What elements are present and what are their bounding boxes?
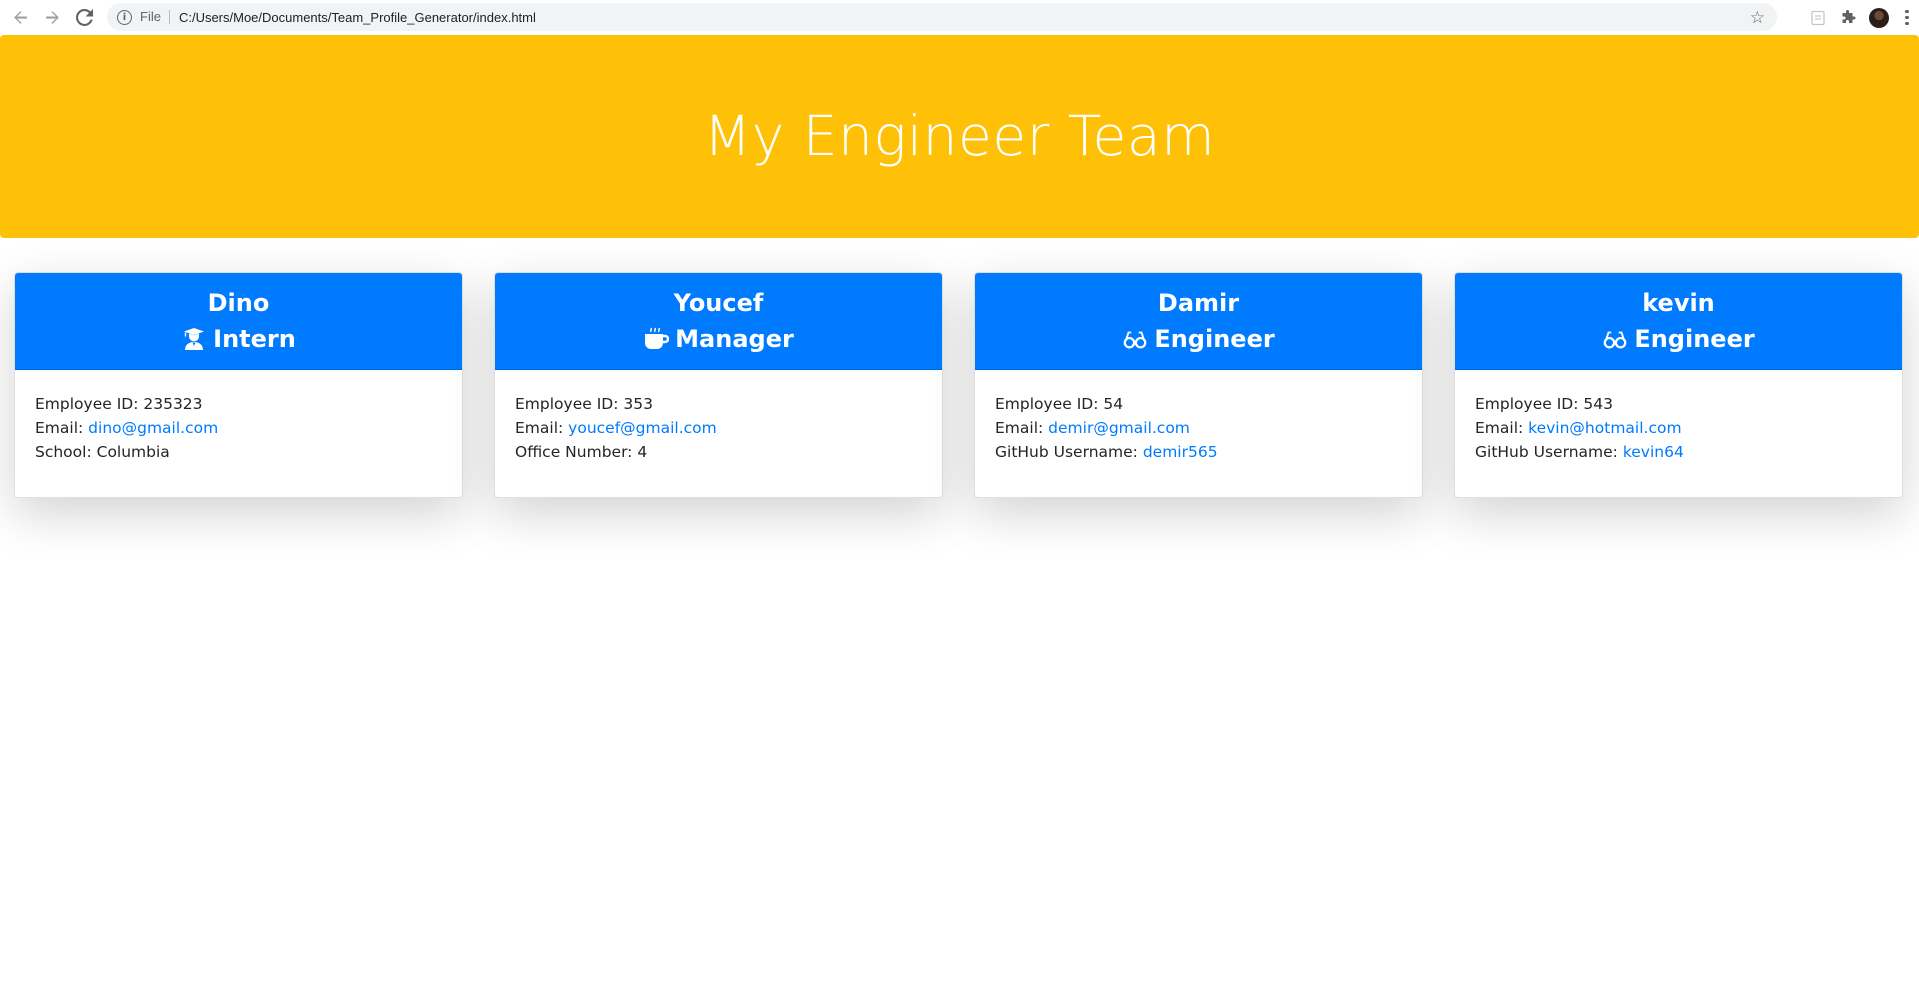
toolbar-actions: [1803, 0, 1919, 35]
office-number-value: 4: [637, 443, 648, 461]
page-title: My Engineer Team: [703, 103, 1216, 168]
github-label: GitHub Username:: [995, 443, 1138, 461]
mug-icon: [645, 327, 670, 349]
office-number-label: Office Number:: [515, 443, 633, 461]
role-label: Manager: [675, 325, 794, 353]
employee-card-engineer: kevin Engineer Employee ID: 543 Email: k…: [1454, 272, 1903, 498]
forward-button[interactable]: [36, 1, 68, 33]
file-label: File: [140, 10, 170, 24]
email-link[interactable]: demir@gmail.com: [1048, 419, 1190, 437]
employee-name: Dino: [207, 289, 270, 317]
email-label: Email:: [1475, 419, 1524, 437]
back-button[interactable]: [4, 1, 36, 33]
card-header: kevin Engineer: [1455, 273, 1902, 370]
card-header: Youcef Manager: [495, 273, 942, 370]
role-label: Intern: [213, 325, 296, 353]
card-body: Employee ID: 543 Email: kevin@hotmail.co…: [1455, 370, 1902, 486]
employee-id-label: Employee ID:: [515, 395, 619, 413]
email-row: Email: dino@gmail.com: [35, 416, 442, 440]
email-link[interactable]: youcef@gmail.com: [568, 419, 717, 437]
employee-id-value: 54: [1103, 395, 1124, 413]
profile-avatar[interactable]: [1869, 7, 1889, 28]
employee-card-intern: Dino Intern Employee ID: 235323 Email: d…: [14, 272, 463, 498]
employee-id-value: 353: [623, 395, 653, 413]
glasses-icon: [1603, 331, 1627, 349]
school-value: Columbia: [96, 443, 170, 461]
email-row: Email: demir@gmail.com: [995, 416, 1402, 440]
github-link[interactable]: demir565: [1143, 443, 1218, 461]
employee-id-row: Employee ID: 235323: [35, 392, 442, 416]
employee-role: Engineer: [1122, 321, 1275, 357]
card-body: Employee ID: 353 Email: youcef@gmail.com…: [495, 370, 942, 486]
employee-role: Manager: [643, 321, 794, 357]
email-label: Email:: [515, 419, 564, 437]
arrow-left-icon: [13, 10, 27, 24]
email-link[interactable]: kevin@hotmail.com: [1528, 419, 1681, 437]
team-header: My Engineer Team: [0, 35, 1919, 238]
employee-id-row: Employee ID: 353: [515, 392, 922, 416]
employee-name: Youcef: [673, 289, 764, 317]
card-header: Dino Intern: [15, 273, 462, 370]
employee-name: Damir: [1157, 289, 1240, 317]
browser-toolbar: i File C:/Users/Moe/Documents/Team_Profi…: [0, 0, 1919, 35]
address-bar[interactable]: i File C:/Users/Moe/Documents/Team_Profi…: [107, 3, 1777, 31]
github-row: GitHub Username: kevin64: [1475, 440, 1882, 464]
reload-button[interactable]: [68, 1, 100, 33]
info-icon[interactable]: i: [117, 9, 132, 25]
employee-id-label: Employee ID:: [35, 395, 139, 413]
reload-icon: [75, 8, 93, 26]
role-label: Engineer: [1154, 325, 1275, 353]
employee-id-value: 543: [1583, 395, 1613, 413]
employee-id-value: 235323: [143, 395, 203, 413]
school-row: School: Columbia: [35, 440, 442, 464]
github-link[interactable]: kevin64: [1623, 443, 1684, 461]
glasses-icon: [1123, 331, 1147, 349]
url-text[interactable]: C:/Users/Moe/Documents/Team_Profile_Gene…: [179, 10, 536, 25]
employee-card-manager: Youcef Manager Employee ID: 353 Email: y…: [494, 272, 943, 498]
email-row: Email: youcef@gmail.com: [515, 416, 922, 440]
extensions-puzzle-icon[interactable]: [1833, 3, 1863, 33]
employee-id-label: Employee ID:: [1475, 395, 1579, 413]
employee-id-row: Employee ID: 543: [1475, 392, 1882, 416]
employee-role: Intern: [181, 321, 296, 357]
school-label: School:: [35, 443, 92, 461]
page-content: My Engineer Team Dino Intern Employee ID…: [0, 35, 1919, 999]
email-link[interactable]: dino@gmail.com: [88, 419, 218, 437]
email-label: Email:: [35, 419, 84, 437]
arrow-right-icon: [45, 10, 59, 24]
email-row: Email: kevin@hotmail.com: [1475, 416, 1882, 440]
user-graduate-icon: [184, 328, 205, 350]
email-label: Email:: [995, 419, 1044, 437]
employee-id-row: Employee ID: 54: [995, 392, 1402, 416]
card-body: Employee ID: 235323 Email: dino@gmail.co…: [15, 370, 462, 486]
card-header: Damir Engineer: [975, 273, 1422, 370]
browser-menu-icon[interactable]: [1895, 9, 1919, 26]
office-number-row: Office Number: 4: [515, 440, 922, 464]
employee-role: Engineer: [1602, 321, 1755, 357]
card-body: Employee ID: 54 Email: demir@gmail.com G…: [975, 370, 1422, 486]
bookmark-star-icon[interactable]: ☆: [1750, 8, 1765, 28]
employee-id-label: Employee ID:: [995, 395, 1099, 413]
employee-name: kevin: [1642, 289, 1715, 317]
employee-card-engineer: Damir Engineer Employee ID: 54 Email: de…: [974, 272, 1423, 498]
github-label: GitHub Username:: [1475, 443, 1618, 461]
reader-mode-icon[interactable]: [1803, 3, 1833, 33]
role-label: Engineer: [1634, 325, 1755, 353]
github-row: GitHub Username: demir565: [995, 440, 1402, 464]
